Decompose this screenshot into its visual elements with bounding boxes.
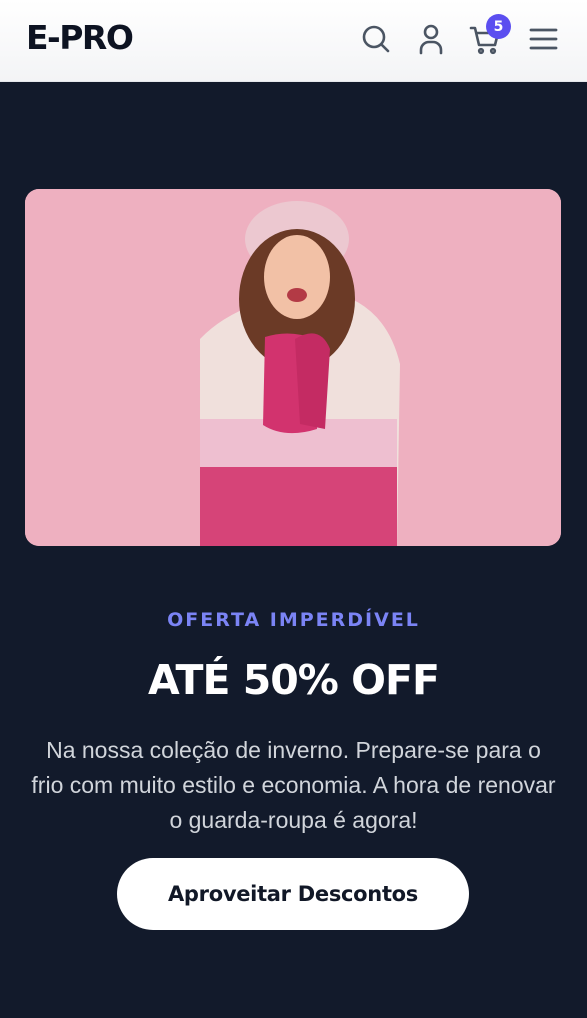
- offer-headline: ATÉ 50% OFF: [147, 656, 440, 704]
- cart-count-badge: 5: [486, 14, 511, 39]
- hero-image: [25, 189, 561, 546]
- search-icon[interactable]: [359, 22, 393, 56]
- site-header: E-PRO 5: [0, 0, 587, 82]
- user-icon[interactable]: [414, 22, 448, 56]
- logo[interactable]: E-PRO: [26, 18, 134, 58]
- shop-discounts-button[interactable]: Aproveitar Descontos: [117, 858, 469, 930]
- offer-kicker: OFERTA IMPERDÍVEL: [167, 609, 420, 631]
- menu-icon[interactable]: [526, 22, 560, 56]
- offer-description: Na nossa coleção de inverno. Prepare-se …: [31, 737, 556, 833]
